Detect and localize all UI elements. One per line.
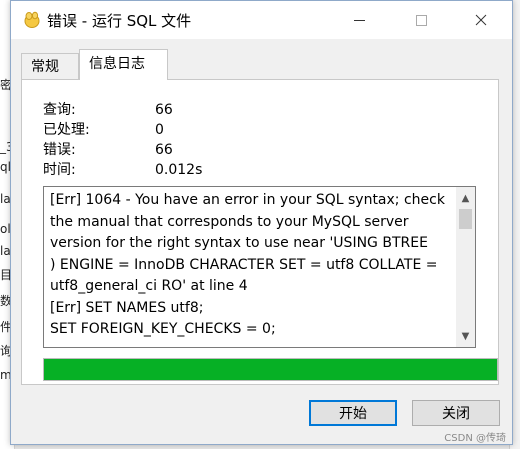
maximize-icon <box>415 14 427 26</box>
progress-bar <box>43 358 500 382</box>
close-window-button[interactable] <box>459 1 503 39</box>
minimize-button[interactable] <box>337 1 381 39</box>
log-line: [Err] SET NAMES utf8; <box>50 299 204 316</box>
maximize-button[interactable] <box>399 1 443 39</box>
progress-fill <box>44 359 497 380</box>
title-bar[interactable]: 错误 - 运行 SQL 文件 <box>11 1 512 39</box>
stat-value: 0.012s <box>155 162 203 178</box>
error-log-text: [Err] 1064 - You have an error in your S… <box>50 190 454 341</box>
tab-message-log[interactable]: 信息日志 <box>79 49 168 80</box>
stat-label: 错误: <box>43 142 76 158</box>
stat-value: 66 <box>155 102 173 118</box>
error-log-textbox[interactable]: [Err] 1064 - You have an error in your S… <box>43 186 476 348</box>
watermark: CSDN @传琦 <box>444 433 506 444</box>
log-line: version for the right syntax to use near… <box>50 235 428 251</box>
scroll-thumb[interactable] <box>459 209 472 229</box>
stat-value: 66 <box>155 142 173 158</box>
start-button[interactable]: 开始 <box>309 400 397 426</box>
minimize-icon <box>353 19 365 21</box>
window-title: 错误 - 运行 SQL 文件 <box>47 12 192 30</box>
navicat-app-icon <box>24 11 40 28</box>
close-icon <box>475 14 487 26</box>
tab-general[interactable]: 常规 <box>21 53 79 79</box>
close-button[interactable]: 关闭 <box>412 400 500 426</box>
stat-label: 已处理: <box>43 122 90 138</box>
log-line: utf8_general_ci RO' at line 4 <box>50 278 248 294</box>
scroll-up-arrow-icon[interactable]: ▲ <box>456 189 475 207</box>
log-scrollbar[interactable]: ▲ ▼ <box>456 187 475 347</box>
stat-label: 时间: <box>43 162 76 178</box>
scroll-down-arrow-icon[interactable]: ▼ <box>456 327 475 345</box>
error-dialog: 错误 - 运行 SQL 文件 常规 信息日志 查询: 66 已处理: 0 错误:… <box>10 0 513 445</box>
message-log-panel: 查询: 66 已处理: 0 错误: 66 时间: 0.012s [Err] 10… <box>21 79 499 385</box>
log-line: ) ENGINE = InnoDB CHARACTER SET = utf8 C… <box>50 256 438 273</box>
stat-value: 0 <box>155 122 164 138</box>
log-line: the manual that corresponds to your MySQ… <box>50 213 409 230</box>
stat-label: 查询: <box>43 102 76 118</box>
log-line: SET FOREIGN_KEY_CHECKS = 0; <box>50 321 276 337</box>
log-line: [Err] 1064 - You have an error in your S… <box>50 192 445 208</box>
